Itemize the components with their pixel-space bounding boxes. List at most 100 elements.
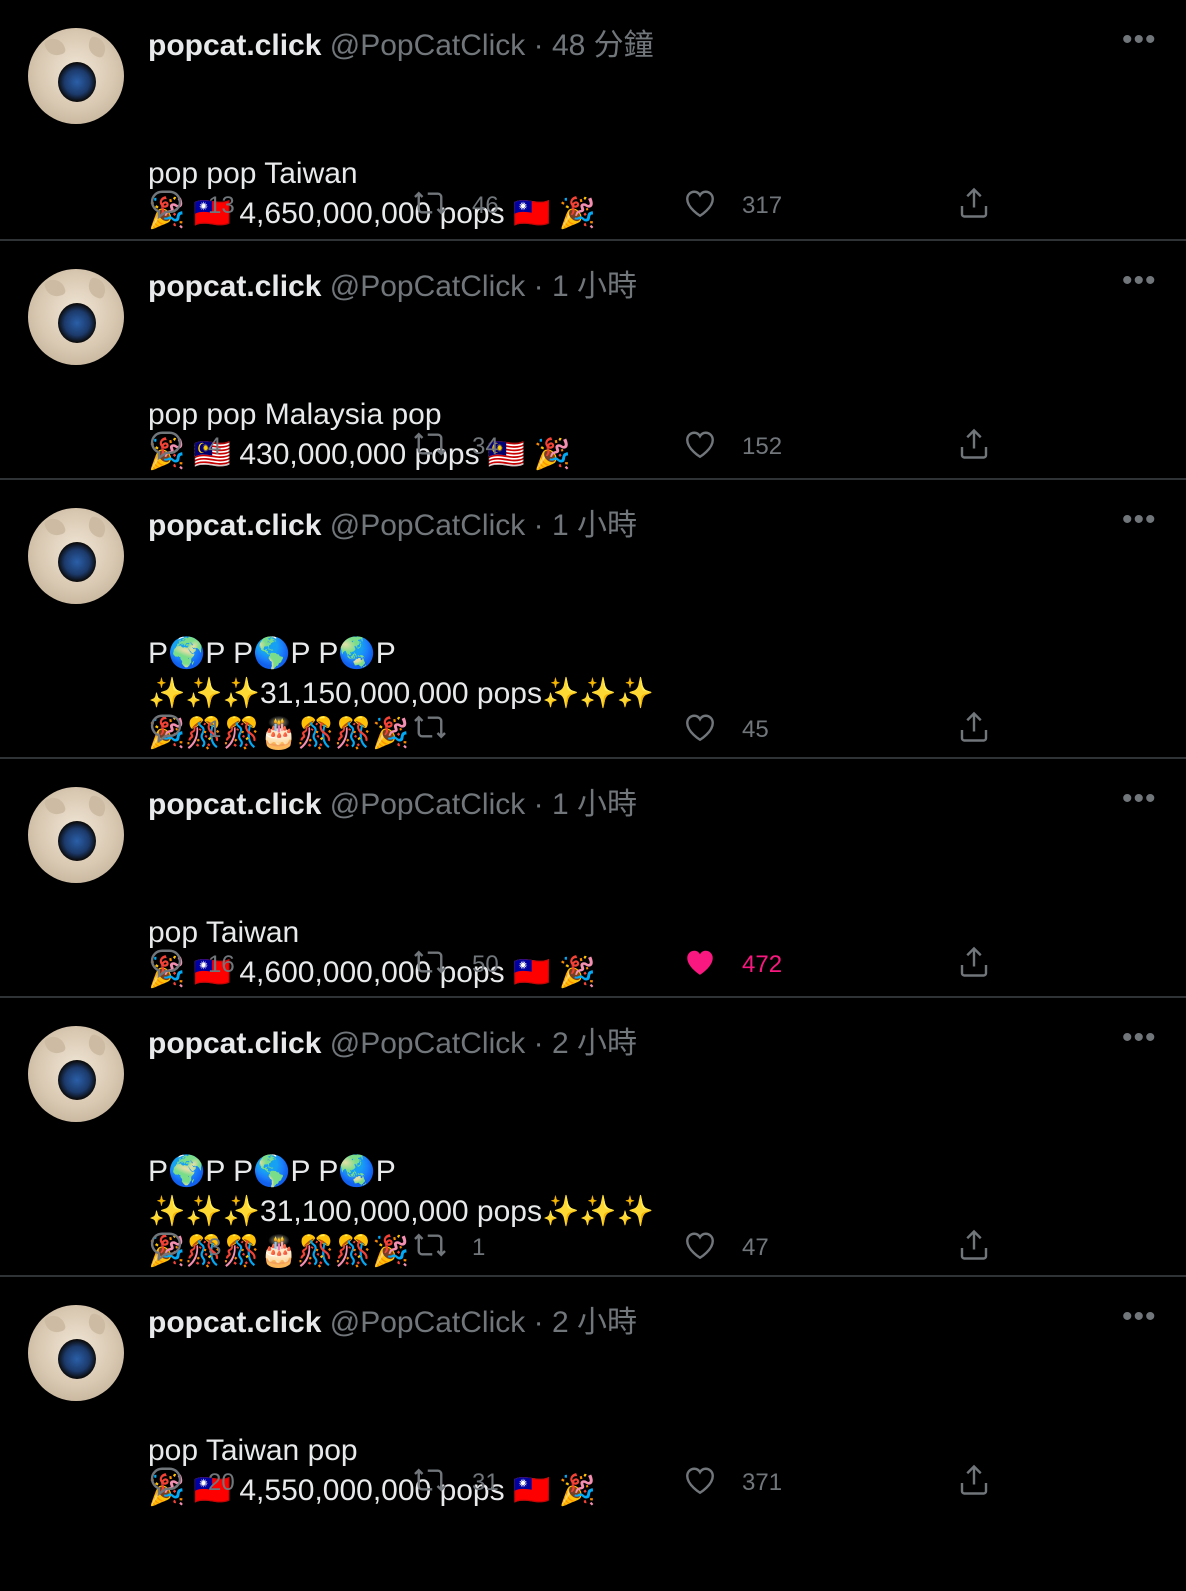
share-icon	[956, 1462, 1016, 1505]
share-icon	[956, 944, 1016, 987]
more-icon[interactable]: •••	[1122, 25, 1156, 64]
reply-count: 1	[208, 716, 222, 743]
share-button[interactable]	[956, 945, 1016, 985]
retweet-icon	[412, 709, 472, 752]
like-button[interactable]: 152	[682, 427, 782, 467]
timeline-feed: popcat.click @PopCatClick · 48 分鐘 ••• po…	[0, 0, 1186, 1513]
tweet[interactable]: popcat.click @PopCatClick · 1 小時 ••• P🌍P…	[0, 480, 1186, 759]
timestamp[interactable]: 1 小時	[552, 270, 637, 303]
like-button[interactable]: 317	[682, 186, 782, 226]
heart-icon	[682, 1227, 742, 1270]
retweet-button[interactable]: 46	[412, 186, 499, 226]
tweet[interactable]: popcat.click @PopCatClick · 2 小時 ••• pop…	[0, 1277, 1186, 1513]
retweet-button[interactable]: 1	[412, 1228, 485, 1268]
tweet-actions: 13 46 317	[148, 186, 1008, 226]
avatar-globe	[58, 821, 96, 861]
tweet[interactable]: popcat.click @PopCatClick · 48 分鐘 ••• po…	[0, 0, 1186, 241]
heart-icon	[682, 426, 742, 469]
retweet-icon	[412, 185, 472, 228]
reply-button[interactable]: 20	[148, 1463, 235, 1503]
avatar[interactable]	[28, 508, 124, 604]
user-handle[interactable]: @PopCatClick	[330, 509, 526, 542]
tweet[interactable]: popcat.click @PopCatClick · 1 小時 ••• pop…	[0, 241, 1186, 480]
user-handle[interactable]: @PopCatClick	[330, 270, 526, 303]
retweet-icon	[412, 426, 472, 469]
retweet-icon	[412, 944, 472, 987]
reply-button[interactable]: 4	[148, 427, 221, 467]
timestamp[interactable]: 2 小時	[552, 1027, 637, 1060]
avatar[interactable]	[28, 1026, 124, 1122]
reply-button[interactable]: 3	[148, 1228, 221, 1268]
reply-icon	[148, 426, 208, 469]
like-count: 152	[742, 433, 783, 460]
user-handle[interactable]: @PopCatClick	[330, 1306, 526, 1339]
retweet-count: 34	[472, 433, 499, 460]
like-count: 47	[742, 1234, 769, 1261]
separator-dot: ·	[533, 1027, 544, 1060]
avatar[interactable]	[28, 269, 124, 365]
reply-count: 4	[208, 433, 222, 460]
retweet-count: 50	[472, 951, 499, 978]
display-name[interactable]: popcat.click	[148, 1306, 321, 1339]
reply-count: 16	[208, 951, 235, 978]
heart-icon	[682, 709, 742, 752]
share-button[interactable]	[956, 1228, 1016, 1268]
retweet-button[interactable]: 50	[412, 945, 499, 985]
retweet-icon	[412, 1462, 472, 1505]
more-icon[interactable]: •••	[1122, 266, 1156, 305]
like-count: 317	[742, 192, 783, 219]
reply-icon	[148, 709, 208, 752]
tweet-header: popcat.click @PopCatClick · 2 小時	[148, 1024, 637, 1064]
tweet-header: popcat.click @PopCatClick · 1 小時	[148, 506, 637, 546]
more-icon[interactable]: •••	[1122, 1302, 1156, 1341]
tweet-header: popcat.click @PopCatClick · 1 小時	[148, 785, 637, 825]
reply-button[interactable]: 1	[148, 710, 221, 750]
share-icon	[956, 1227, 1016, 1270]
share-button[interactable]	[956, 710, 1016, 750]
more-icon[interactable]: •••	[1122, 505, 1156, 544]
share-icon	[956, 185, 1016, 228]
more-icon[interactable]: •••	[1122, 784, 1156, 823]
tweet-header: popcat.click @PopCatClick · 48 分鐘	[148, 26, 654, 66]
avatar-globe	[58, 62, 96, 102]
tweet[interactable]: popcat.click @PopCatClick · 1 小時 ••• pop…	[0, 759, 1186, 998]
tweet-text-line: P🌍P P🌎P P🌏P	[148, 1155, 396, 1188]
share-button[interactable]	[956, 186, 1016, 226]
display-name[interactable]: popcat.click	[148, 29, 321, 62]
share-button[interactable]	[956, 427, 1016, 467]
avatar-globe	[58, 542, 96, 582]
timestamp[interactable]: 48 分鐘	[552, 29, 654, 62]
display-name[interactable]: popcat.click	[148, 509, 321, 542]
timestamp[interactable]: 1 小時	[552, 788, 637, 821]
avatar[interactable]	[28, 1305, 124, 1401]
like-button[interactable]: 472	[682, 945, 782, 985]
user-handle[interactable]: @PopCatClick	[330, 29, 526, 62]
display-name[interactable]: popcat.click	[148, 788, 321, 821]
retweet-button[interactable]: 34	[412, 427, 499, 467]
separator-dot: ·	[533, 509, 544, 542]
user-handle[interactable]: @PopCatClick	[330, 788, 526, 821]
more-icon[interactable]: •••	[1122, 1023, 1156, 1062]
avatar[interactable]	[28, 28, 124, 124]
like-count: 371	[742, 1469, 783, 1496]
like-button[interactable]: 371	[682, 1463, 782, 1503]
share-icon	[956, 709, 1016, 752]
retweet-button[interactable]: 31	[412, 1463, 499, 1503]
tweet[interactable]: popcat.click @PopCatClick · 2 小時 ••• P🌍P…	[0, 998, 1186, 1277]
reply-count: 3	[208, 1234, 222, 1261]
display-name[interactable]: popcat.click	[148, 1027, 321, 1060]
user-handle[interactable]: @PopCatClick	[330, 1027, 526, 1060]
reply-button[interactable]: 13	[148, 186, 235, 226]
like-button[interactable]: 45	[682, 710, 769, 750]
reply-button[interactable]: 16	[148, 945, 235, 985]
retweet-button[interactable]	[412, 710, 472, 750]
like-button[interactable]: 47	[682, 1228, 769, 1268]
timestamp[interactable]: 2 小時	[552, 1306, 637, 1339]
retweet-count: 31	[472, 1469, 499, 1496]
display-name[interactable]: popcat.click	[148, 270, 321, 303]
share-button[interactable]	[956, 1463, 1016, 1503]
avatar[interactable]	[28, 787, 124, 883]
timestamp[interactable]: 1 小時	[552, 509, 637, 542]
avatar-globe	[58, 1339, 96, 1379]
retweet-count: 46	[472, 192, 499, 219]
